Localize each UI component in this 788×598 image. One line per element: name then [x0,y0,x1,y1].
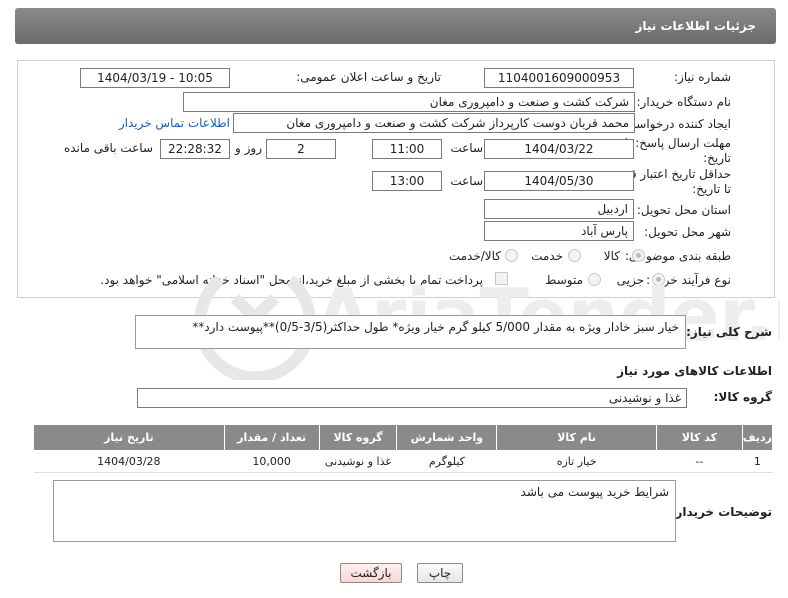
cell-need-date: 1404/03/28 [33,450,225,473]
creator-field: محمد قربان دوست کارپرداز شرکت کشت و صنعت… [233,113,635,133]
table-row: 1 -- خیار تازه کیلوگرم غذا و نوشیدنی 10,… [33,450,773,473]
col-row-number: ردیف [741,424,774,451]
process-option-medium: متوسط [545,273,583,287]
print-button[interactable]: چاپ [417,563,463,583]
days-field: 2 [266,139,336,159]
cell-unit: کیلوگرم [396,450,497,473]
col-need-date: تاریخ نیاز [33,424,225,451]
reply-deadline-label-2: تاریخ: [703,151,731,165]
province-field: اردبیل [484,199,634,219]
cell-row-number: 1 [742,450,773,473]
buyer-notes-field: شرایط خرید پیوست می باشد [53,480,676,542]
reply-time-label: ساعت [450,141,483,155]
col-item-code: کد کالا [655,424,743,451]
buyer-notes-label: توضیحات خریدار: [670,505,772,519]
creator-label: ایجاد کننده درخواست: [620,117,731,131]
col-quantity: تعداد / مقدار [223,424,320,451]
days-label: روز و [235,141,262,155]
col-unit: واحد شمارش [396,424,498,451]
city-field: پارس آباد [484,221,634,241]
buyer-org-label: نام دستگاه خریدار: [636,95,732,109]
process-radio-medium[interactable] [588,273,601,286]
cell-item-code: -- [656,450,743,473]
price-validity-label-2: تا تاریخ: [692,182,731,196]
col-item-name: نام کالا [496,424,657,451]
reply-time-field: 11:00 [372,139,442,159]
need-number-label: شماره نیاز: [674,70,731,84]
buyer-org-field: شرکت کشت و صنعت و دامپروری مغان [183,92,635,112]
category-option-goods-service: کالا/خدمت [448,249,501,263]
goods-info-title: اطلاعات کالاهای مورد نیاز [617,364,772,378]
buyer-contact-link[interactable]: اطلاعات تماس خریدار [119,116,230,130]
cell-group: غذا و نوشیدنی [319,450,397,473]
process-radio-minor[interactable] [652,273,665,286]
category-radio-goods-service[interactable] [505,249,518,262]
remaining-label: ساعت باقی مانده [63,141,153,155]
city-label: شهر محل تحویل: [644,225,731,239]
price-time-label: ساعت [450,174,483,188]
treasury-payment-note: پرداخت تمام یا بخشی از مبلغ خرید،از محل … [100,273,483,287]
col-group: گروه کالا [318,424,398,451]
need-number-field: 1104001609000953 [484,68,634,88]
category-radio-service[interactable] [568,249,581,262]
description-label: شرح کلی نیاز: [686,325,772,339]
price-date-field: 1404/05/30 [484,171,634,191]
category-option-service: خدمت [531,249,563,263]
back-button[interactable]: بازگشت [340,563,402,583]
province-label: استان محل تحویل: [636,203,731,217]
cell-quantity: 10,000 [224,450,320,473]
category-radio-goods[interactable] [632,249,645,262]
goods-table-header: ردیف کد کالا نام کالا واحد شمارش گروه کا… [33,424,774,451]
description-field: خیار سبز خادار ویژه به مقدار 5/000 کیلو … [135,315,686,349]
treasury-payment-checkbox[interactable] [495,272,508,285]
announce-field: 1404/03/19 - 10:05 [80,68,230,88]
reply-deadline-label: مهلت ارسال پاسخ: تا [624,136,731,150]
remaining-time-field: 22:28:32 [160,139,230,159]
announce-label: تاریخ و ساعت اعلان عمومی: [296,70,441,84]
price-time-field: 13:00 [372,171,442,191]
reply-date-field: 1404/03/22 [484,139,634,159]
category-option-goods: کالا [603,249,620,263]
goods-group-field: غذا و نوشیدنی [137,388,687,408]
cell-item-name: خیار تازه [496,450,657,473]
goods-table: ردیف کد کالا نام کالا واحد شمارش گروه کا… [33,424,774,473]
goods-group-label: گروه کالا: [713,390,772,404]
page-header: جزئیات اطلاعات نیاز [15,8,776,44]
page-title: جزئیات اطلاعات نیاز [635,19,756,33]
process-option-minor: جزیی [616,273,644,287]
